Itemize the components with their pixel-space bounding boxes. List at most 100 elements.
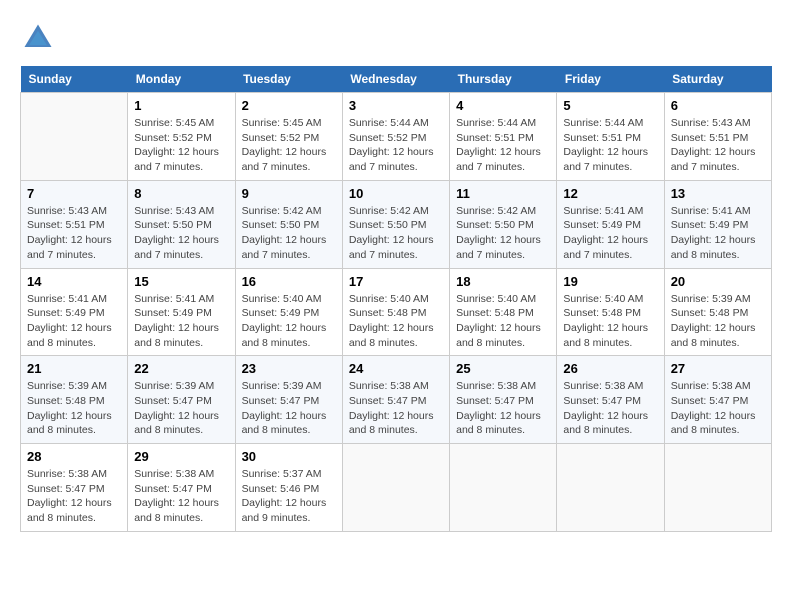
calendar-cell: 28 Sunrise: 5:38 AMSunset: 5:47 PMDayligh…: [21, 444, 128, 532]
day-info: Sunrise: 5:39 AMSunset: 5:48 PMDaylight:…: [27, 379, 121, 438]
calendar-cell: 29Sunrise: 5:38 AMSunset: 5:47 PMDayligh…: [128, 444, 235, 532]
day-number: 13: [671, 186, 765, 201]
day-number: 15: [134, 274, 228, 289]
calendar-week-row: 28 Sunrise: 5:38 AMSunset: 5:47 PMDayligh…: [21, 444, 772, 532]
day-info: Sunrise: 5:43 AMSunset: 5:51 PMDaylight:…: [671, 116, 765, 175]
calendar-cell: [557, 444, 664, 532]
calendar-cell: [450, 444, 557, 532]
calendar-cell: 6 Sunrise: 5:43 AMSunset: 5:51 PMDaylight…: [664, 93, 771, 181]
calendar-cell: 9Sunrise: 5:42 AMSunset: 5:50 PMDaylight…: [235, 180, 342, 268]
day-info: Sunrise: 5:44 AMSunset: 5:51 PMDaylight:…: [456, 116, 550, 175]
calendar-cell: 1Sunrise: 5:45 AMSunset: 5:52 PMDaylight…: [128, 93, 235, 181]
calendar-cell: 24 Sunrise: 5:38 AMSunset: 5:47 PMDayligh…: [342, 356, 449, 444]
day-info: Sunrise: 5:38 AMSunset: 5:47 PMDaylight:…: [27, 467, 121, 526]
day-info: Sunrise: 5:38 AMSunset: 5:47 PMDaylight:…: [456, 379, 550, 438]
day-number: 2: [242, 98, 336, 113]
day-number: 12: [563, 186, 657, 201]
calendar-week-row: 1Sunrise: 5:45 AMSunset: 5:52 PMDaylight…: [21, 93, 772, 181]
day-info: Sunrise: 5:41 AMSunset: 5:49 PMDaylight:…: [563, 204, 657, 263]
calendar-cell: 8 Sunrise: 5:43 AMSunset: 5:50 PMDaylight…: [128, 180, 235, 268]
calendar-cell: 30 Sunrise: 5:37 AMSunset: 5:46 PMDayligh…: [235, 444, 342, 532]
day-number: 17: [349, 274, 443, 289]
calendar-header-friday: Friday: [557, 66, 664, 93]
day-number: 5: [563, 98, 657, 113]
calendar-cell: 20 Sunrise: 5:39 AMSunset: 5:48 PMDayligh…: [664, 268, 771, 356]
calendar-cell: 10 Sunrise: 5:42 AMSunset: 5:50 PMDayligh…: [342, 180, 449, 268]
calendar-header-tuesday: Tuesday: [235, 66, 342, 93]
calendar-header-thursday: Thursday: [450, 66, 557, 93]
day-number: 28: [27, 449, 121, 464]
day-info: Sunrise: 5:38 AMSunset: 5:47 PMDaylight:…: [671, 379, 765, 438]
day-info: Sunrise: 5:41 AMSunset: 5:49 PMDaylight:…: [27, 292, 121, 351]
day-number: 24: [349, 361, 443, 376]
day-number: 30: [242, 449, 336, 464]
day-number: 23: [242, 361, 336, 376]
day-number: 26: [563, 361, 657, 376]
day-number: 19: [563, 274, 657, 289]
calendar-header-saturday: Saturday: [664, 66, 771, 93]
day-number: 1: [134, 98, 228, 113]
day-info: Sunrise: 5:40 AMSunset: 5:49 PMDaylight:…: [242, 292, 336, 351]
day-info: Sunrise: 5:43 AMSunset: 5:51 PMDaylight:…: [27, 204, 121, 263]
day-number: 29: [134, 449, 228, 464]
calendar-cell: 23Sunrise: 5:39 AMSunset: 5:47 PMDayligh…: [235, 356, 342, 444]
day-number: 20: [671, 274, 765, 289]
day-info: Sunrise: 5:40 AMSunset: 5:48 PMDaylight:…: [456, 292, 550, 351]
calendar-cell: 25Sunrise: 5:38 AMSunset: 5:47 PMDayligh…: [450, 356, 557, 444]
calendar-cell: 16Sunrise: 5:40 AMSunset: 5:49 PMDayligh…: [235, 268, 342, 356]
day-info: Sunrise: 5:44 AMSunset: 5:51 PMDaylight:…: [563, 116, 657, 175]
day-info: Sunrise: 5:41 AMSunset: 5:49 PMDaylight:…: [671, 204, 765, 263]
day-info: Sunrise: 5:40 AMSunset: 5:48 PMDaylight:…: [563, 292, 657, 351]
day-info: Sunrise: 5:41 AMSunset: 5:49 PMDaylight:…: [134, 292, 228, 351]
calendar-cell: 3 Sunrise: 5:44 AMSunset: 5:52 PMDaylight…: [342, 93, 449, 181]
day-number: 22: [134, 361, 228, 376]
day-info: Sunrise: 5:38 AMSunset: 5:47 PMDaylight:…: [563, 379, 657, 438]
calendar-cell: 14 Sunrise: 5:41 AMSunset: 5:49 PMDayligh…: [21, 268, 128, 356]
day-info: Sunrise: 5:42 AMSunset: 5:50 PMDaylight:…: [456, 204, 550, 263]
calendar-cell: 27 Sunrise: 5:38 AMSunset: 5:47 PMDayligh…: [664, 356, 771, 444]
day-number: 3: [349, 98, 443, 113]
day-info: Sunrise: 5:40 AMSunset: 5:48 PMDaylight:…: [349, 292, 443, 351]
day-info: Sunrise: 5:38 AMSunset: 5:47 PMDaylight:…: [349, 379, 443, 438]
calendar-header-wednesday: Wednesday: [342, 66, 449, 93]
calendar-week-row: 7 Sunrise: 5:43 AMSunset: 5:51 PMDaylight…: [21, 180, 772, 268]
logo-icon: [20, 20, 56, 56]
day-number: 4: [456, 98, 550, 113]
calendar-cell: [21, 93, 128, 181]
day-number: 6: [671, 98, 765, 113]
calendar-cell: 19 Sunrise: 5:40 AMSunset: 5:48 PMDayligh…: [557, 268, 664, 356]
day-number: 21: [27, 361, 121, 376]
day-number: 14: [27, 274, 121, 289]
calendar-cell: 7 Sunrise: 5:43 AMSunset: 5:51 PMDaylight…: [21, 180, 128, 268]
day-info: Sunrise: 5:43 AMSunset: 5:50 PMDaylight:…: [134, 204, 228, 263]
day-number: 9: [242, 186, 336, 201]
calendar-header-row: SundayMondayTuesdayWednesdayThursdayFrid…: [21, 66, 772, 93]
calendar-header-monday: Monday: [128, 66, 235, 93]
page-header: [20, 20, 772, 56]
day-number: 27: [671, 361, 765, 376]
calendar-cell: 18 Sunrise: 5:40 AMSunset: 5:48 PMDayligh…: [450, 268, 557, 356]
calendar-cell: [342, 444, 449, 532]
calendar-cell: 22 Sunrise: 5:39 AMSunset: 5:47 PMDayligh…: [128, 356, 235, 444]
day-number: 7: [27, 186, 121, 201]
day-number: 18: [456, 274, 550, 289]
day-info: Sunrise: 5:39 AMSunset: 5:47 PMDaylight:…: [134, 379, 228, 438]
day-number: 11: [456, 186, 550, 201]
calendar-cell: 15 Sunrise: 5:41 AMSunset: 5:49 PMDayligh…: [128, 268, 235, 356]
calendar-week-row: 21 Sunrise: 5:39 AMSunset: 5:48 PMDayligh…: [21, 356, 772, 444]
calendar-cell: 26 Sunrise: 5:38 AMSunset: 5:47 PMDayligh…: [557, 356, 664, 444]
day-info: Sunrise: 5:44 AMSunset: 5:52 PMDaylight:…: [349, 116, 443, 175]
calendar-cell: [664, 444, 771, 532]
calendar-cell: 21 Sunrise: 5:39 AMSunset: 5:48 PMDayligh…: [21, 356, 128, 444]
day-number: 8: [134, 186, 228, 201]
calendar-cell: 2Sunrise: 5:45 AMSunset: 5:52 PMDaylight…: [235, 93, 342, 181]
day-info: Sunrise: 5:39 AMSunset: 5:48 PMDaylight:…: [671, 292, 765, 351]
day-info: Sunrise: 5:37 AMSunset: 5:46 PMDaylight:…: [242, 467, 336, 526]
calendar-cell: 12 Sunrise: 5:41 AMSunset: 5:49 PMDayligh…: [557, 180, 664, 268]
calendar-header-sunday: Sunday: [21, 66, 128, 93]
logo: [20, 20, 62, 56]
day-info: Sunrise: 5:42 AMSunset: 5:50 PMDaylight:…: [349, 204, 443, 263]
calendar-cell: 13 Sunrise: 5:41 AMSunset: 5:49 PMDayligh…: [664, 180, 771, 268]
calendar-cell: 17 Sunrise: 5:40 AMSunset: 5:48 PMDayligh…: [342, 268, 449, 356]
day-number: 10: [349, 186, 443, 201]
